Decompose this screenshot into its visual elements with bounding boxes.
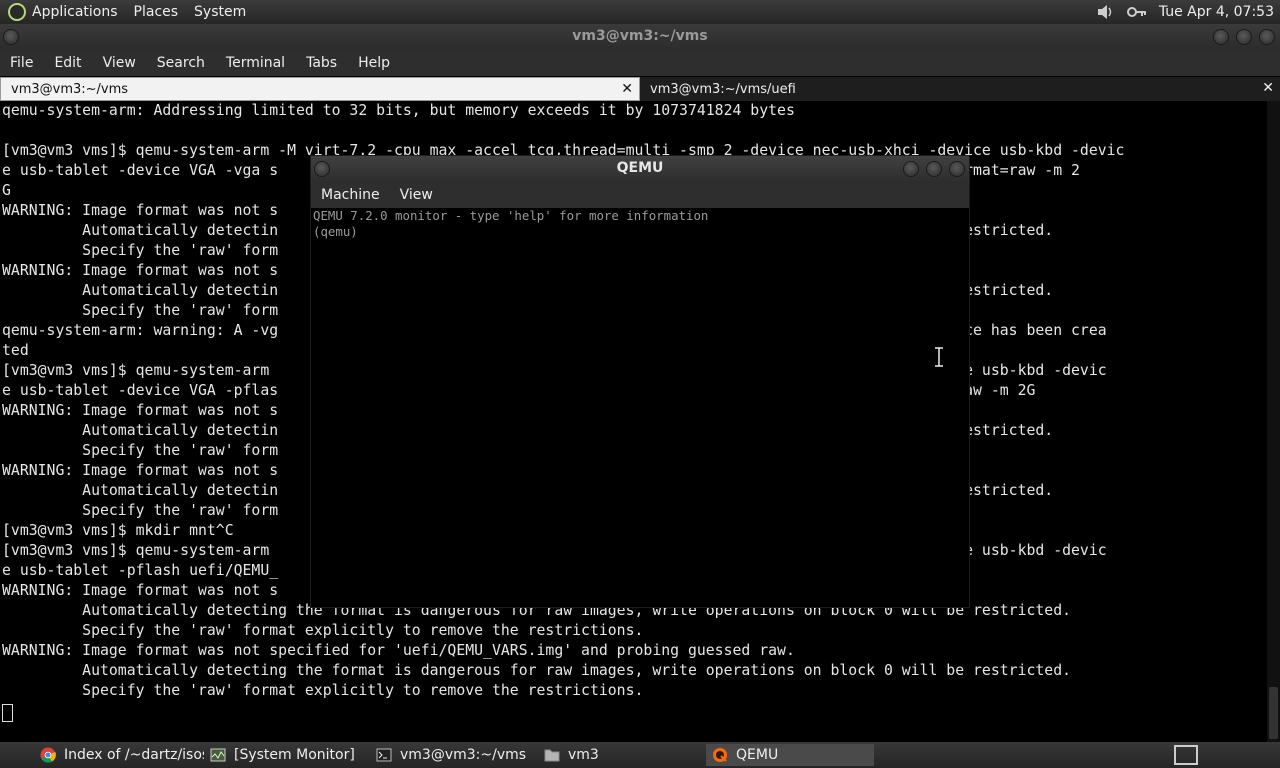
- task-label: vm3: [568, 747, 599, 763]
- task-browser[interactable]: Index of /~dartz/isos...: [34, 744, 204, 766]
- maximize-button[interactable]: [926, 161, 942, 177]
- show-desktop-left[interactable]: [2, 744, 34, 766]
- terminal-line: Specify the 'raw' format explicitly to r…: [2, 622, 644, 639]
- terminal-line: Specify the 'raw' form: [2, 502, 279, 519]
- applications-menu[interactable]: Applications: [32, 4, 118, 20]
- task-label: [System Monitor]: [234, 747, 355, 763]
- qemu-window-title: QEMU: [616, 160, 664, 176]
- top-panel: Applications Places System Tue Apr 4, 07…: [0, 0, 1280, 24]
- terminal-line: Automatically detecting the format is da…: [2, 662, 1072, 679]
- task-file-manager[interactable]: vm3: [538, 744, 706, 766]
- terminal-line: WARNING: Image format was not s: [2, 582, 279, 599]
- qemu-monitor-console[interactable]: QEMU 7.2.0 monitor - type 'help' for mor…: [311, 208, 969, 607]
- terminal-icon: [376, 748, 392, 762]
- terminal-scrollbar[interactable]: [1267, 101, 1280, 742]
- menu-view[interactable]: View: [400, 187, 433, 203]
- terminal-line: Specify the 'raw' form: [2, 442, 279, 459]
- close-tab-icon[interactable]: ✕: [621, 81, 633, 97]
- places-menu[interactable]: Places: [134, 4, 179, 20]
- menu-search[interactable]: Search: [157, 55, 205, 71]
- task-label: Index of /~dartz/isos...: [64, 747, 204, 763]
- menu-terminal[interactable]: Terminal: [226, 55, 285, 71]
- ibeam-cursor-icon: [935, 347, 943, 367]
- clock[interactable]: Tue Apr 4, 07:53: [1159, 4, 1274, 20]
- close-button[interactable]: [1259, 29, 1275, 45]
- terminal-line: WARNING: Image format was not s: [2, 262, 279, 279]
- terminal-line: Specify the 'raw' form: [2, 302, 279, 319]
- terminal-line: G: [2, 182, 11, 199]
- terminal-line: WARNING: Image format was not s: [2, 462, 279, 479]
- minimize-button[interactable]: [903, 161, 919, 177]
- task-label: QEMU: [736, 747, 779, 763]
- terminal-line: qemu-system-arm: Addressing limited to 3…: [2, 102, 795, 119]
- tab-label: vm3@vm3:~/vms: [11, 81, 129, 97]
- scrollbar-thumb[interactable]: [1269, 687, 1278, 739]
- qemu-icon: [713, 748, 727, 762]
- chrome-icon: [40, 747, 56, 763]
- close-button[interactable]: [949, 161, 965, 177]
- terminal-line: Specify the 'raw' format explicitly to r…: [2, 682, 644, 699]
- monitor-banner: QEMU 7.2.0 monitor - type 'help' for mor…: [313, 208, 709, 223]
- terminal-line: WARNING: Image format was not s: [2, 202, 279, 219]
- tab-label: vm3@vm3:~/vms/uefi: [650, 81, 796, 97]
- monitor-prompt: (qemu): [313, 224, 358, 239]
- terminal-tab-bar: vm3@vm3:~/vms ✕ vm3@vm3:~/vms/uefi ✕: [0, 77, 1280, 101]
- show-desktop-icon[interactable]: [1174, 745, 1198, 765]
- task-terminal[interactable]: vm3@vm3:~/vms: [370, 744, 538, 766]
- system-monitor-icon: [210, 748, 226, 762]
- qemu-titlebar[interactable]: QEMU: [311, 156, 969, 182]
- qemu-menubar: Machine View: [311, 182, 969, 208]
- folder-icon: [544, 749, 560, 762]
- minimize-button[interactable]: [1213, 29, 1229, 45]
- menu-machine[interactable]: Machine: [321, 187, 380, 203]
- menu-edit[interactable]: Edit: [54, 55, 81, 71]
- task-system-monitor[interactable]: [System Monitor]: [204, 744, 370, 766]
- tab-uefi[interactable]: vm3@vm3:~/vms/uefi ✕: [640, 77, 1280, 101]
- tab-vms[interactable]: vm3@vm3:~/vms ✕: [0, 77, 640, 101]
- close-tab-icon[interactable]: ✕: [1262, 80, 1274, 96]
- task-label: vm3@vm3:~/vms: [400, 747, 527, 763]
- terminal-line: [vm3@vm3 vms]$ mkdir mnt^C: [2, 522, 234, 539]
- bottom-panel: Index of /~dartz/isos... [System Monitor…: [0, 742, 1280, 768]
- task-qemu[interactable]: QEMU: [706, 744, 874, 766]
- network-key-icon[interactable]: [1126, 3, 1147, 21]
- text-cursor: [2, 704, 13, 722]
- terminal-line: ted: [2, 342, 29, 359]
- volume-icon[interactable]: [1095, 3, 1115, 21]
- terminal-menubar: File Edit View Search Terminal Tabs Help: [0, 50, 1280, 76]
- terminal-line: Specify the 'raw' form: [2, 242, 279, 259]
- menu-help[interactable]: Help: [358, 55, 390, 71]
- system-menu[interactable]: System: [194, 4, 246, 20]
- terminal-line: WARNING: Image format was not specified …: [2, 642, 795, 659]
- menu-view[interactable]: View: [103, 55, 136, 71]
- qemu-window: QEMU Machine View QEMU 7.2.0 monitor - t…: [310, 155, 970, 608]
- menu-tabs[interactable]: Tabs: [306, 55, 337, 71]
- maximize-button[interactable]: [1236, 29, 1252, 45]
- menu-file[interactable]: File: [10, 55, 33, 71]
- distro-logo-icon[interactable]: [8, 3, 26, 21]
- terminal-titlebar[interactable]: vm3@vm3:~/vms: [0, 24, 1280, 50]
- terminal-window-title: vm3@vm3:~/vms: [572, 28, 708, 44]
- terminal-line: WARNING: Image format was not s: [2, 402, 279, 419]
